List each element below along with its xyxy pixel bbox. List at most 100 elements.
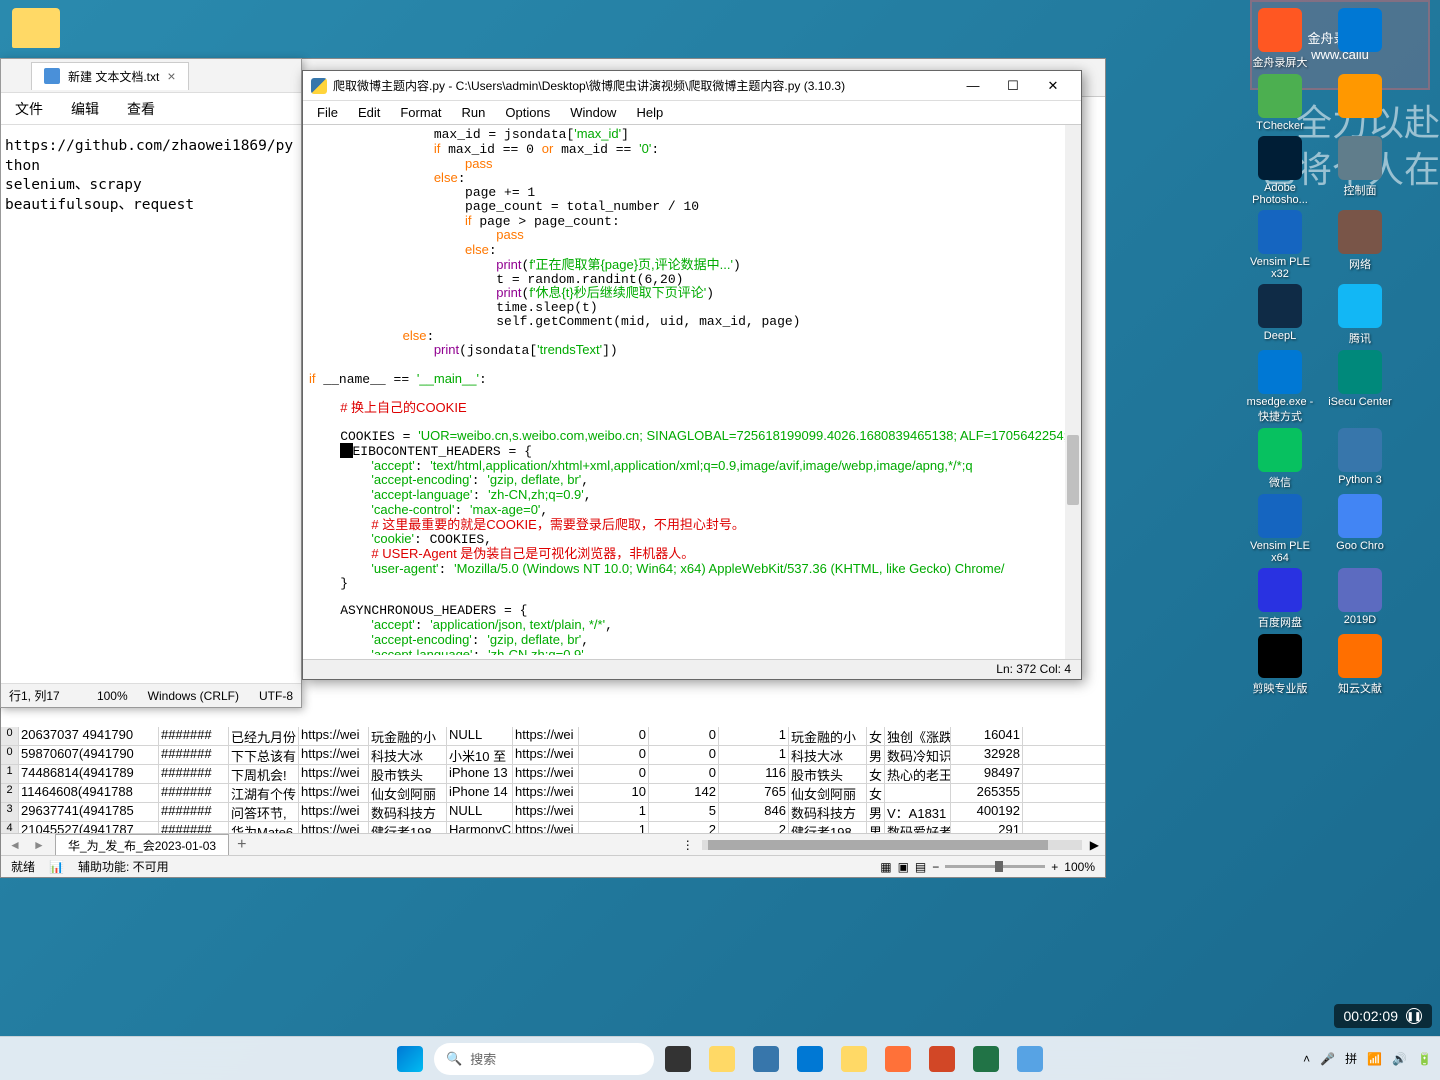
desktop-app-icon[interactable]: Adobe Photosho...	[1244, 136, 1316, 206]
desktop-app-icon[interactable]: Vensim PLE x32	[1244, 210, 1316, 280]
notepad-menu: 文件 编辑 查看	[1, 93, 301, 125]
excel-grid[interactable]: 020637037 4941790#######已经九月份https://wei…	[1, 727, 1105, 837]
desktop-background: admin 金舟录屏大 www.callu 全力以赴 已将个人在 金舟录屏大TC…	[0, 0, 1440, 1080]
view-page-icon[interactable]: ▣	[898, 860, 909, 874]
view-normal-icon[interactable]: ▦	[880, 860, 891, 874]
taskbar-tray: ˄ 🎤 拼 📶 🔊 🔋	[1303, 1050, 1432, 1067]
idle-statusbar: Ln: 372 Col: 4	[303, 659, 1081, 679]
taskbar-app-task-view[interactable]	[658, 1041, 698, 1077]
tray-ime-icon[interactable]: 拼	[1345, 1050, 1357, 1067]
notepad-tab[interactable]: 新建 文本文档.txt ×	[31, 62, 189, 90]
idle-titlebar: 爬取微博主题内容.py - C:\Users\admin\Desktop\微博爬…	[303, 71, 1081, 101]
idle-menu-item[interactable]: Edit	[350, 103, 388, 122]
zoom-out[interactable]: −	[932, 860, 939, 874]
desktop-app-icon[interactable]: Python 3	[1324, 428, 1396, 490]
idle-menu-item[interactable]: Help	[628, 103, 671, 122]
taskbar-app-excel[interactable]	[966, 1041, 1006, 1077]
table-row[interactable]: 059870607(4941790#######下下总该有https://wei…	[1, 746, 1105, 765]
close-button[interactable]: ✕	[1033, 75, 1073, 97]
maximize-button[interactable]: ☐	[993, 75, 1033, 97]
desktop-app-icon[interactable]: TChecker	[1244, 74, 1316, 132]
desktop-app-icon[interactable]: 2019D	[1324, 568, 1396, 630]
status-access-icon: 📊	[49, 860, 64, 874]
minimize-button[interactable]: —	[953, 75, 993, 97]
desktop-app-icon[interactable]: 控制面	[1324, 136, 1396, 206]
notepad-statusbar: 行1, 列17 100% Windows (CRLF) UTF-8	[1, 683, 301, 707]
desktop-app-icon[interactable]: 腾讯	[1324, 284, 1396, 346]
notepad-tab-title: 新建 文本文档.txt	[68, 68, 159, 85]
zoom-in[interactable]: +	[1051, 860, 1058, 874]
np-encoding: Windows (CRLF)	[148, 689, 239, 703]
desktop-app-icon[interactable]: 微信	[1244, 428, 1316, 490]
search-placeholder: 搜索	[470, 1049, 496, 1068]
desktop-app-icon[interactable]: Vensim PLE x64	[1244, 494, 1316, 564]
taskbar-app-powerpoint[interactable]	[922, 1041, 962, 1077]
notepad-window[interactable]: 新建 文本文档.txt × 文件 编辑 查看 https://github.com/…	[0, 58, 302, 708]
desktop-app-icon[interactable]: iSecu Center	[1324, 350, 1396, 424]
notepad-menu-item[interactable]: 文件	[15, 99, 43, 119]
cursor-position: 行1, 列17	[9, 687, 60, 704]
desktop-app-icon[interactable]: DeepL	[1244, 284, 1316, 346]
taskbar-app-firefox[interactable]	[878, 1041, 918, 1077]
idle-menu-item[interactable]: Format	[392, 103, 449, 122]
desktop-app-icon[interactable]: 金舟录屏大	[1244, 8, 1316, 70]
zoom-slider[interactable]	[945, 865, 1045, 868]
excel-statusbar: 就绪 📊 辅助功能: 不可用 ▦ ▣ ▤ − + 100%	[1, 855, 1105, 877]
desktop-app-icon[interactable]	[1324, 74, 1396, 132]
desktop-folder-icon[interactable]	[2, 8, 70, 48]
idle-window[interactable]: 爬取微博主题内容.py - C:\Users\admin\Desktop\微博爬…	[302, 70, 1082, 680]
np-utf: UTF-8	[259, 689, 293, 703]
idle-menu-item[interactable]: Window	[562, 103, 624, 122]
taskbar-app-idle[interactable]	[746, 1041, 786, 1077]
hscroll-right[interactable]: ▶	[1090, 838, 1099, 852]
desktop-app-icon[interactable]: Goo Chro	[1324, 494, 1396, 564]
status-ready: 就绪	[11, 858, 35, 875]
tray-volume-icon[interactable]: 🔊	[1392, 1052, 1407, 1066]
hscroll[interactable]	[702, 840, 1082, 850]
start-button[interactable]	[390, 1041, 430, 1077]
view-break-icon[interactable]: ▤	[915, 860, 926, 874]
desktop-app-icon[interactable]: 百度网盘	[1244, 568, 1316, 630]
zoom-value[interactable]: 100%	[1064, 860, 1095, 874]
sheet-next[interactable]: ►	[31, 838, 47, 852]
table-row[interactable]: 211464608(4941788#######江湖有个传https://wei…	[1, 784, 1105, 803]
tray-wifi-icon[interactable]: 📶	[1367, 1052, 1382, 1066]
recording-timer: 00:02:09 ❚❚	[1334, 1004, 1433, 1028]
idle-menubar: FileEditFormat RunOptionsWindowHelp	[303, 101, 1081, 125]
table-row[interactable]: 020637037 4941790#######已经九月份https://wei…	[1, 727, 1105, 746]
taskbar-app-notepad[interactable]	[1010, 1041, 1050, 1077]
tray-mic-icon[interactable]: 🎤	[1320, 1052, 1335, 1066]
sheet-menu-icon[interactable]: ⋮	[682, 838, 694, 852]
desktop-app-icon[interactable]: msedge.exe - 快捷方式	[1244, 350, 1316, 424]
table-row[interactable]: 329637741(4941785#######问答环节,https://wei…	[1, 803, 1105, 822]
tray-battery-icon[interactable]: 🔋	[1417, 1052, 1432, 1066]
sheet-tab-active[interactable]: 华_为_发_布_会2023-01-03	[55, 834, 229, 856]
python-icon	[311, 78, 327, 94]
idle-scrollbar[interactable]	[1065, 125, 1081, 659]
desktop-app-icon[interactable]	[1324, 8, 1396, 70]
tray-chevron-icon[interactable]: ˄	[1303, 1052, 1310, 1066]
idle-menu-item[interactable]: Options	[497, 103, 558, 122]
idle-menu-item[interactable]: Run	[454, 103, 494, 122]
notepad-content[interactable]: https://github.com/zhaowei1869/python se…	[1, 125, 301, 227]
taskbar-app-edge[interactable]	[790, 1041, 830, 1077]
idle-menu-item[interactable]: File	[309, 103, 346, 122]
desktop-app-icon[interactable]: 剪映专业版	[1244, 634, 1316, 696]
taskbar-app-folder[interactable]	[834, 1041, 874, 1077]
idle-code-editor[interactable]: max_id = jsondata['max_id'] if max_id ==…	[303, 125, 1081, 655]
scrollbar-thumb[interactable]	[1067, 435, 1079, 505]
sheet-add[interactable]: +	[237, 836, 246, 854]
idle-title-text: 爬取微博主题内容.py - C:\Users\admin\Desktop\微博爬…	[333, 77, 845, 94]
sheet-prev[interactable]: ◄	[7, 838, 23, 852]
tab-close-icon[interactable]: ×	[167, 68, 175, 84]
taskbar-center: 🔍 搜索	[390, 1041, 1050, 1077]
desktop-app-icon[interactable]: 网络	[1324, 210, 1396, 280]
notepad-menu-item[interactable]: 查看	[127, 99, 155, 119]
desktop-app-icon[interactable]: 知云文献	[1324, 634, 1396, 696]
taskbar-search[interactable]: 🔍 搜索	[434, 1043, 654, 1075]
notepad-menu-item[interactable]: 编辑	[71, 99, 99, 119]
notepad-tabbar: 新建 文本文档.txt ×	[1, 59, 301, 93]
taskbar-app-explorer[interactable]	[702, 1041, 742, 1077]
table-row[interactable]: 174486814(4941789#######下周机会!https://wei…	[1, 765, 1105, 784]
pause-button[interactable]: ❚❚	[1406, 1008, 1422, 1024]
